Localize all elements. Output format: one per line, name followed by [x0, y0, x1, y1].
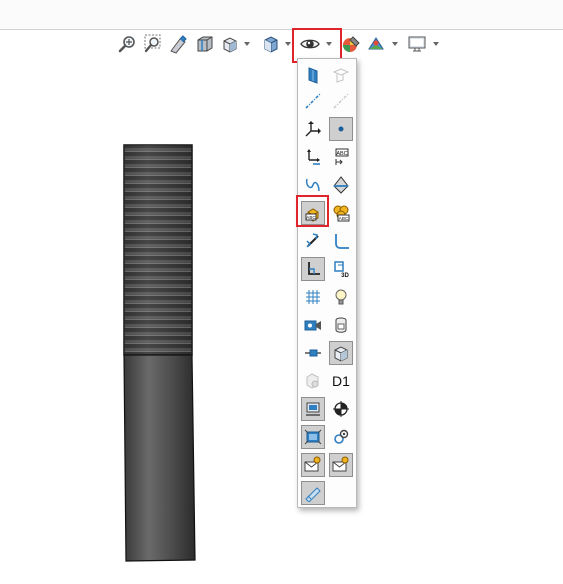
view-axes-button[interactable]	[301, 89, 325, 113]
view-curves-icon	[305, 178, 320, 192]
view-sensors-icon	[304, 429, 322, 445]
window-top-band	[0, 0, 563, 30]
view-sketches-icon	[308, 262, 320, 275]
view-settings-icon[interactable]	[406, 33, 428, 55]
cylinder-model	[123, 144, 196, 562]
view-all-annotations-button[interactable]: ABC	[329, 201, 353, 225]
svg-text:ABC: ABC	[336, 151, 347, 157]
view-coordinate-systems-icon	[307, 149, 320, 165]
view-sketch-planes-button[interactable]	[329, 63, 353, 87]
view-sketches-button[interactable]	[301, 257, 325, 281]
heads-up-view-toolbar	[0, 31, 563, 59]
view-cameras-icon	[304, 320, 321, 331]
view-live-section-planes-button[interactable]	[301, 397, 325, 421]
view-temporary-axes-button[interactable]	[329, 89, 353, 113]
display-style-dropdown-arrow[interactable]	[284, 39, 292, 49]
view-points-button[interactable]	[329, 117, 353, 141]
view-live-section-planes-icon	[306, 402, 320, 416]
view-dimension-names-button[interactable]: ABC	[329, 145, 353, 169]
view-grid-icon	[306, 290, 320, 304]
view-sketch-grid-icon	[305, 487, 321, 502]
view-annotation-link-variables-button[interactable]: ABC	[301, 201, 325, 225]
hide-show-items-dropdown-arrow[interactable]	[325, 39, 333, 49]
view-settings-dropdown-arrow[interactable]	[432, 39, 440, 49]
section-view-icon[interactable]	[194, 33, 216, 55]
view-center-of-mass-icon	[306, 373, 319, 389]
view-sketch-relations-button[interactable]	[301, 229, 325, 253]
view-routing-points-icon	[334, 429, 349, 444]
view-orientation-icon[interactable]	[219, 33, 241, 55]
view-decals-icon	[335, 317, 347, 333]
edit-appearance-icon[interactable]	[340, 33, 362, 55]
view-orientation-dropdown-arrow[interactable]	[243, 39, 251, 49]
view-axes-icon	[305, 93, 321, 109]
view-origins-button[interactable]	[301, 117, 325, 141]
view-points-icon	[338, 126, 344, 132]
svg-text:ABC: ABC	[306, 215, 316, 220]
view-3d-sketch-planes-icon: 3D	[334, 261, 350, 278]
view-mail-notes-2-icon	[332, 456, 349, 472]
view-mail-notes-icon	[304, 456, 321, 472]
primary-dimensions-label: D1	[332, 373, 350, 389]
view-sketch-grid-button[interactable]	[301, 481, 325, 505]
view-3d-sketch-planes-button[interactable]: 3D	[329, 257, 353, 281]
view-primary-dimensions-button[interactable]: D1	[329, 369, 353, 393]
view-bodies-button[interactable]	[329, 341, 353, 365]
view-center-of-mass-button[interactable]	[301, 369, 325, 393]
view-cameras-button[interactable]	[301, 313, 325, 337]
view-center-of-mass-symbol-button[interactable]	[329, 397, 353, 421]
view-parting-lines-icon	[333, 176, 349, 194]
display-style-icon[interactable]	[260, 33, 282, 55]
view-planes-button[interactable]	[301, 63, 325, 87]
view-temporary-axes-icon	[333, 93, 349, 109]
view-sketch-relations-icon	[306, 233, 319, 248]
view-all-annotations-icon: ABC	[333, 205, 350, 222]
view-grid-button[interactable]	[301, 285, 325, 309]
view-sketch-planes-icon	[332, 68, 350, 83]
view-parting-lines-button[interactable]	[329, 173, 353, 197]
view-routing-button[interactable]	[329, 229, 353, 253]
view-origins-icon	[305, 121, 321, 137]
apply-scene-icon[interactable]	[365, 33, 387, 55]
zoom-to-fit-icon[interactable]	[117, 33, 139, 55]
view-weld-beads-button[interactable]	[301, 341, 325, 365]
svg-text:ABC: ABC	[339, 216, 349, 221]
view-lights-button[interactable]	[329, 285, 353, 309]
view-routing-points-button[interactable]	[329, 425, 353, 449]
view-lights-icon	[335, 289, 347, 305]
previous-view-icon[interactable]	[167, 33, 189, 55]
view-curves-button[interactable]	[301, 173, 325, 197]
hide-show-items-icon[interactable]	[299, 33, 321, 55]
view-coordinate-systems-button[interactable]	[301, 145, 325, 169]
view-decals-button[interactable]	[329, 313, 353, 337]
view-dimension-names-icon: ABC	[335, 148, 349, 165]
hide-show-items-flyout: ABC ABC ABC 3D D1	[297, 58, 357, 508]
apply-scene-dropdown-arrow[interactable]	[391, 39, 399, 49]
view-center-of-mass-symbol-icon	[333, 401, 349, 417]
view-annotation-link-variables-icon: ABC	[305, 208, 319, 222]
view-weld-beads-icon	[305, 349, 321, 357]
view-bodies-icon	[334, 346, 348, 362]
view-routing-icon	[335, 234, 349, 249]
zoom-to-area-icon[interactable]	[142, 33, 164, 55]
view-mail-notes-button[interactable]	[301, 453, 325, 477]
view-planes-icon	[308, 67, 318, 84]
view-sensors-button[interactable]	[301, 425, 325, 449]
view-mail-notes-2-button[interactable]	[329, 453, 353, 477]
svg-text:3D: 3D	[341, 273, 349, 278]
